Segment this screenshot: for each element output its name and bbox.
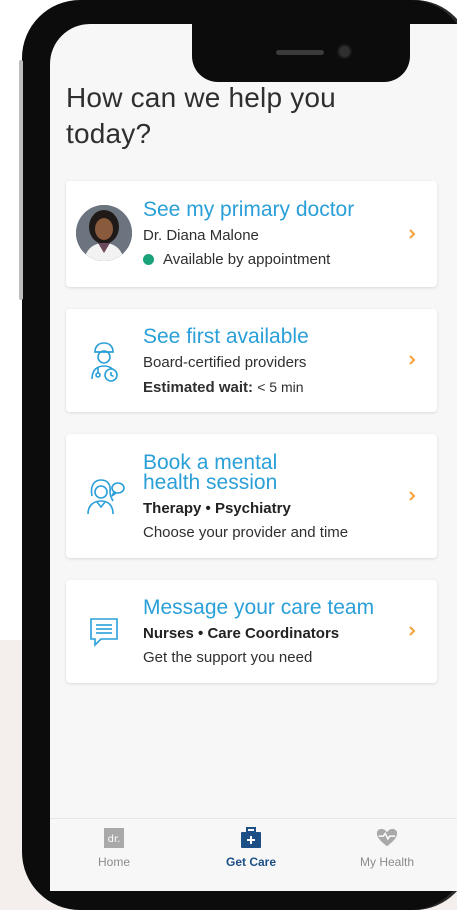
chevron-right-icon <box>409 355 416 365</box>
availability-text: Available by appointment <box>163 251 331 268</box>
speaker-grille <box>276 50 324 55</box>
tab-label: Home <box>97 855 130 869</box>
bottom-tab-bar: dr. Home Get Care My Health <box>50 818 457 891</box>
card-detail: Choose your provider and time <box>143 524 349 541</box>
card-mental-health[interactable]: Book a mental health session Therapy • P… <box>66 434 437 558</box>
tab-my-health[interactable]: My Health <box>327 819 447 891</box>
chevron-right-icon <box>409 229 416 239</box>
card-title-line-1: Book a mental <box>143 451 278 474</box>
wait-value: < 5 min <box>257 379 304 395</box>
card-title: Message your care team <box>143 596 375 619</box>
message-icon <box>76 604 132 660</box>
card-title-line-2: health session <box>143 471 278 494</box>
phone-side-button <box>19 60 23 300</box>
front-camera <box>339 46 350 57</box>
tab-label: Get Care <box>225 855 277 869</box>
card-first-available[interactable]: See first available Board-certified prov… <box>66 309 437 412</box>
card-subtitle: Board-certified providers <box>143 354 307 371</box>
doctor-name: Dr. Diana Malone <box>143 227 259 244</box>
wait-label: Estimated wait: <box>143 379 254 396</box>
tab-get-care[interactable]: Get Care <box>191 819 311 891</box>
dr-logo-icon: dr. <box>104 828 124 848</box>
chevron-right-icon <box>409 491 416 501</box>
availability-status: Available by appointment <box>143 250 407 270</box>
card-subtitle: Therapy • Psychiatry <box>143 500 291 517</box>
card-title: See first available <box>143 325 309 348</box>
estimated-wait: Estimated wait: < 5 min <box>143 377 407 398</box>
medical-kit-icon <box>241 827 261 848</box>
page-title: How can we help you today? <box>66 82 336 149</box>
svg-text:dr.: dr. <box>108 834 121 845</box>
provider-clock-icon <box>76 333 132 389</box>
heart-pulse-icon <box>376 828 398 847</box>
tab-home[interactable]: dr. Home <box>54 819 174 891</box>
card-subtitle: Nurses • Care Coordinators <box>143 625 340 642</box>
status-dot-icon <box>143 254 154 265</box>
provider-chat-icon <box>76 468 132 524</box>
card-title: See my primary doctor <box>143 198 355 221</box>
card-primary-doctor[interactable]: See my primary doctor Dr. Diana Malone A… <box>66 181 437 287</box>
chevron-right-icon <box>409 626 416 636</box>
card-message-care-team[interactable]: Message your care team Nurses • Care Coo… <box>66 580 437 683</box>
card-detail: Get the support you need <box>143 649 313 666</box>
tab-label: My Health <box>359 855 415 869</box>
doctor-avatar <box>76 205 132 261</box>
